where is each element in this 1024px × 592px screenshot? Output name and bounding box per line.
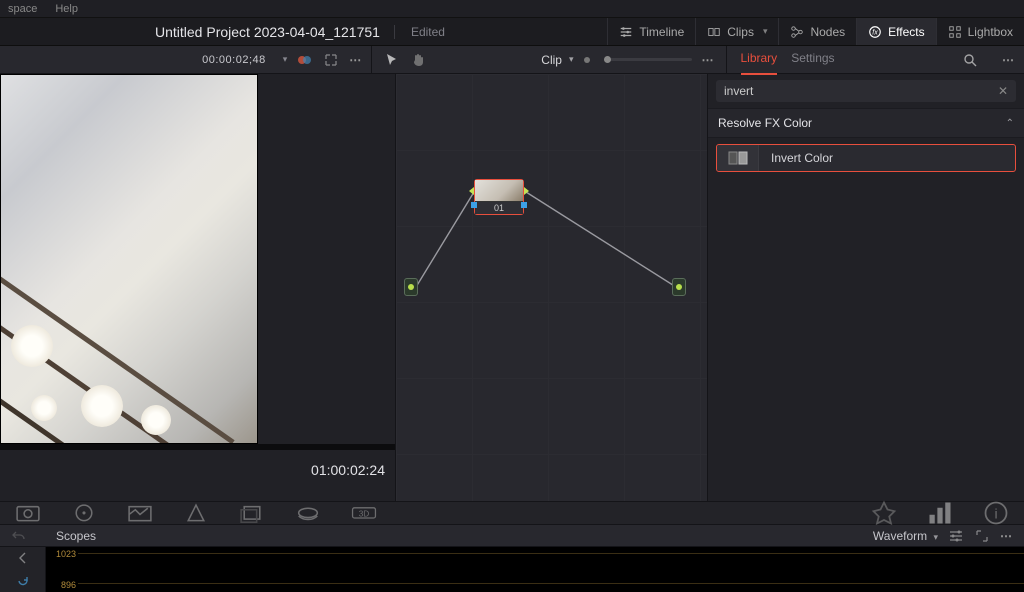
nav-effects[interactable]: fx Effects (856, 18, 935, 45)
chevron-down-icon[interactable]: ▾ (283, 54, 288, 65)
color-node-01[interactable]: 01 (474, 179, 524, 215)
viewer-image-content (81, 385, 123, 427)
rgb-mixer-icon[interactable] (182, 505, 210, 521)
edited-indicator: Edited (411, 25, 445, 39)
chevron-down-icon: ▾ (933, 532, 938, 542)
more-icon[interactable]: ⋯ (1000, 529, 1014, 543)
more-icon[interactable]: ⋯ (349, 53, 363, 67)
hand-icon[interactable] (410, 52, 426, 68)
refresh-icon[interactable] (15, 573, 31, 589)
nav-nodes[interactable]: Nodes (778, 18, 856, 45)
svg-text:3D: 3D (359, 510, 370, 519)
viewer-image-content (31, 395, 57, 421)
clip-dot-indicator (584, 57, 590, 63)
nav-left-icon[interactable] (15, 550, 31, 566)
viewer-timecode-top[interactable]: 00:00:02;48 (202, 54, 266, 66)
node-input-port[interactable] (469, 187, 474, 195)
scopes-toggle-icon[interactable] (926, 505, 954, 521)
motion-effects-icon[interactable] (238, 505, 266, 521)
nav-nodes-label: Nodes (810, 25, 845, 39)
sliders-icon (619, 25, 633, 39)
slider-thumb[interactable] (604, 56, 611, 63)
node-connections (396, 74, 707, 501)
nav-timeline-label: Timeline (639, 25, 684, 39)
viewer-image-content (11, 325, 53, 367)
nav-effects-label: Effects (888, 25, 924, 39)
tab-library[interactable]: Library (741, 51, 778, 68)
more-icon[interactable]: ⋯ (1002, 53, 1016, 67)
clip-scope-label[interactable]: Clip (541, 53, 562, 67)
effects-search-box[interactable]: ✕ (716, 80, 1016, 102)
chevron-up-icon: ⌃ (1006, 118, 1014, 129)
nav-lightbox[interactable]: Lightbox (936, 18, 1024, 45)
scope-tick-lo: 896 (48, 580, 76, 590)
nav-clips-label: Clips (727, 25, 754, 39)
chevron-down-icon: ▾ (763, 26, 768, 37)
expand-icon[interactable] (323, 52, 339, 68)
node-thumbnail (475, 180, 523, 202)
node-output-port[interactable] (524, 187, 529, 195)
viewer-image-content (141, 405, 171, 435)
scopes-expand-icon[interactable] (974, 528, 990, 544)
scopes-settings-icon[interactable] (948, 528, 964, 544)
more-icon[interactable]: ⋯ (702, 53, 716, 67)
effects-category-label: Resolve FX Color (718, 116, 812, 130)
node-alpha-in-port[interactable] (471, 202, 477, 208)
search-icon[interactable] (962, 52, 978, 68)
color-checker-icon[interactable] (70, 505, 98, 521)
nodes-icon (790, 25, 804, 39)
tab-settings[interactable]: Settings (791, 51, 834, 68)
openfx-icon[interactable] (870, 505, 898, 521)
divider (394, 25, 395, 39)
graph-input-node[interactable] (404, 278, 418, 296)
scope-tick-hi: 1023 (48, 549, 76, 559)
stereo-3d-icon[interactable]: 3D (350, 505, 378, 521)
svg-text:fx: fx (872, 29, 878, 36)
node-alpha-out-port[interactable] (521, 202, 527, 208)
project-title: Untitled Project 2023-04-04_121751 (155, 24, 380, 40)
effect-icon (717, 145, 759, 171)
scopes-title: Scopes (56, 529, 96, 543)
clear-search-icon[interactable]: ✕ (998, 84, 1008, 98)
effects-search-input[interactable] (724, 84, 998, 98)
node-label: 01 (475, 202, 523, 214)
chevron-down-icon[interactable]: ▾ (569, 54, 574, 65)
menu-help[interactable]: Help (55, 3, 78, 15)
effect-label: Invert Color (759, 151, 833, 165)
effect-invert-color[interactable]: Invert Color (716, 144, 1016, 172)
scopes-mode-select[interactable]: Waveform ▾ (873, 529, 938, 543)
undo-icon[interactable] (10, 528, 26, 544)
menu-space[interactable]: space (8, 3, 37, 15)
nav-clips[interactable]: Clips ▾ (695, 18, 778, 45)
pointer-icon[interactable] (384, 52, 400, 68)
color-wheels-icon[interactable] (126, 505, 154, 521)
image-wipe-icon[interactable] (297, 52, 313, 68)
viewer-timecode: 01:00:02:24 (0, 450, 395, 478)
lightbox-icon (948, 25, 962, 39)
svg-text:i: i (994, 505, 997, 521)
zoom-slider[interactable] (604, 58, 692, 61)
viewer-canvas[interactable] (0, 74, 258, 444)
scopes-mode-label: Waveform (873, 529, 927, 543)
graph-output-node[interactable] (672, 278, 686, 296)
info-icon[interactable]: i (982, 505, 1010, 521)
waveform-scope (78, 547, 1024, 592)
camera-raw-icon[interactable] (14, 505, 42, 521)
nav-lightbox-label: Lightbox (968, 25, 1013, 39)
effects-category-header[interactable]: Resolve FX Color ⌃ (708, 108, 1024, 138)
effects-icon: fx (868, 25, 882, 39)
blur-icon[interactable] (294, 505, 322, 521)
nav-timeline[interactable]: Timeline (607, 18, 695, 45)
node-graph-canvas[interactable]: 01 (396, 74, 708, 501)
clips-icon (707, 25, 721, 39)
